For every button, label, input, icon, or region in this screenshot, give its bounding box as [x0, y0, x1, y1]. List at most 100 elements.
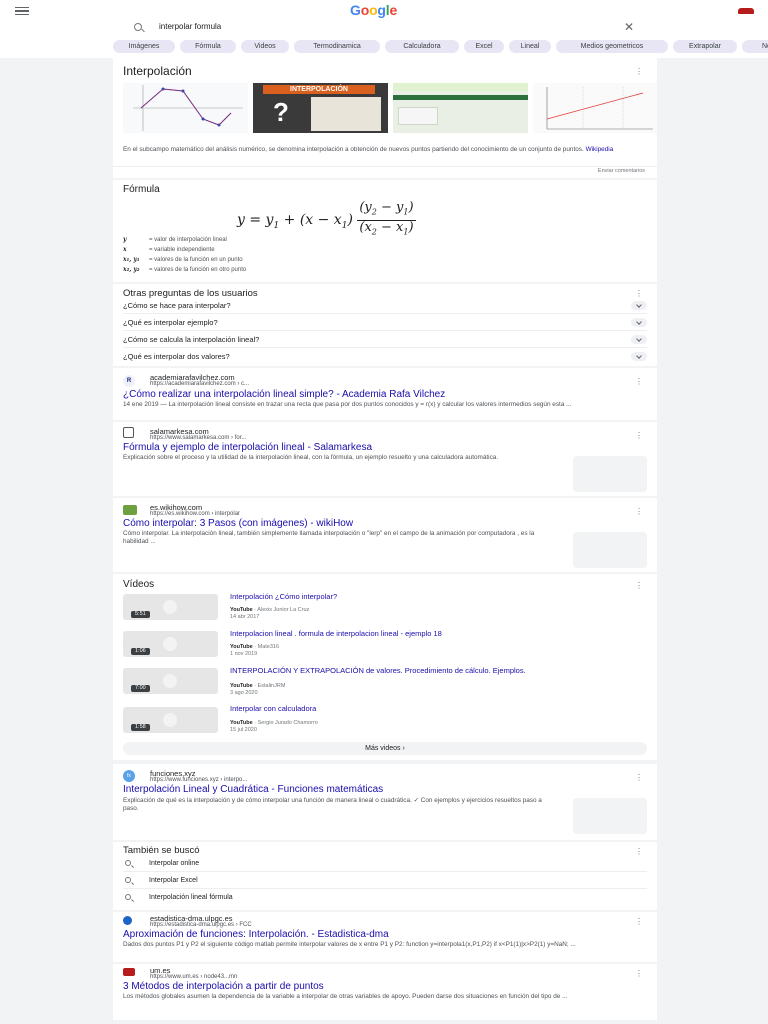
line-chart-image[interactable]	[533, 83, 657, 133]
video-meta: YouTube · Alexis Junior La Cruz 14 abr 20…	[230, 607, 309, 621]
sheet-cells	[398, 107, 438, 125]
more-vert-icon[interactable]: ⋮	[635, 582, 643, 590]
site-url[interactable]: https://estadistica-dma.ulpgc.es › FCC	[150, 922, 252, 928]
paa-question-text: ¿Qué es interpolar ejemplo?	[123, 318, 218, 327]
paa-question[interactable]: ¿Cómo se hace para interpolar?	[123, 297, 647, 314]
result-snippet: 14 ene 2019 — La interpolación lineal co…	[123, 401, 572, 408]
more-vert-icon[interactable]: ⋮	[635, 970, 643, 978]
chevron-down-icon[interactable]	[631, 352, 647, 361]
paa-question[interactable]: ¿Cómo se calcula la interpolación lineal…	[123, 331, 647, 348]
menu-icon[interactable]	[15, 7, 29, 15]
site-url[interactable]: https://es.wikihow.com › interpolar	[150, 511, 240, 517]
more-videos-button[interactable]: Más videos ›	[123, 742, 647, 755]
legend-desc: = valores de la función en otro punto	[149, 267, 247, 273]
more-vert-icon[interactable]: ⋮	[635, 378, 643, 386]
chevron-down-icon[interactable]	[631, 335, 647, 344]
chevron-down-icon[interactable]	[631, 318, 647, 327]
video-title[interactable]: Interpolacion lineal . formula de interp…	[230, 629, 650, 639]
play-icon	[163, 600, 177, 614]
sheet-header	[393, 83, 528, 91]
graph-image[interactable]	[123, 83, 248, 133]
legend-desc: = valores de la función en un punto	[149, 257, 243, 263]
paa-question-text: ¿Cómo se calcula la interpolación lineal…	[123, 335, 260, 344]
chip-excel[interactable]: Excel	[464, 40, 504, 53]
chevron-down-icon[interactable]	[631, 301, 647, 310]
related-search-text: Interpolación lineal fórmula	[149, 894, 233, 901]
site-url[interactable]: https://www.salamarkesa.com › for...	[150, 435, 246, 441]
site-url[interactable]: https://www.um.es › node43...mn	[150, 974, 237, 980]
result-snippet: Explicación sobre el proceso y la utilid…	[123, 454, 499, 461]
result-title[interactable]: Aproximación de funciones: Interpolación…	[123, 929, 389, 940]
video-author: · Mate316	[254, 644, 280, 650]
close-icon[interactable]: ✕	[624, 20, 634, 34]
play-icon	[163, 674, 177, 688]
feedback-link[interactable]: Enviar comentarios	[598, 168, 645, 174]
google-logo[interactable]: Google	[350, 2, 397, 18]
legend-symbol: x₂, y₂	[123, 266, 140, 273]
more-vert-icon[interactable]: ⋮	[635, 774, 643, 782]
video-date: 1 nov 2019	[230, 651, 258, 657]
video-thumbnail[interactable]: 1:06	[123, 631, 218, 657]
search-input[interactable]	[159, 22, 459, 31]
sheet-banner	[393, 95, 528, 100]
legend-row: x = variable independiente	[123, 246, 423, 256]
video-source: YouTube	[230, 607, 253, 613]
video-thumbnail[interactable]: 5:51	[123, 594, 218, 620]
site-url[interactable]: https://www.funciones.xyz › interpo...	[150, 777, 247, 783]
interpolacion-image[interactable]: INTERPOLACIÓN ?	[253, 83, 388, 133]
paa-question[interactable]: ¿Qué es interpolar dos valores?	[123, 348, 647, 365]
related-search-item[interactable]: Interpolar online	[123, 855, 647, 872]
video-title[interactable]: INTERPOLACIÓN Y EXTRAPOLACIÓN de valores…	[230, 666, 650, 676]
search-result: fx funciones.xyz https://www.funciones.x…	[113, 764, 657, 840]
chip-medios-geometricos[interactable]: Medios geometricos	[556, 40, 668, 53]
video-title[interactable]: Interpolación ¿Cómo interpolar?	[230, 592, 650, 602]
related-search-item[interactable]: Interpolar Excel	[123, 872, 647, 889]
video-duration: 7:00	[131, 685, 150, 692]
video-thumbnail[interactable]: 7:00	[123, 668, 218, 694]
kp-description-text: En el subcampo matemático del análisis n…	[123, 146, 584, 153]
result-thumbnail[interactable]	[573, 456, 647, 492]
result-thumbnail[interactable]	[573, 798, 647, 834]
kp-description: En el subcampo matemático del análisis n…	[123, 146, 623, 154]
paa-question[interactable]: ¿Qué es interpolar ejemplo?	[123, 314, 647, 331]
more-vert-icon[interactable]: ⋮	[635, 918, 643, 926]
formula-legend: y = valor de interpolación lineal x = vari…	[123, 236, 423, 276]
search-result: R academiarafavilchez.com https://academ…	[113, 368, 657, 420]
avatar[interactable]	[738, 8, 754, 14]
result-title[interactable]: 3 Métodos de interpolación a partir de p…	[123, 981, 324, 992]
search-icon	[125, 877, 131, 883]
chip-termodinamica[interactable]: Termodinamica	[294, 40, 380, 53]
play-icon	[163, 713, 177, 727]
chip-not[interactable]: Not	[742, 40, 768, 53]
result-title[interactable]: Interpolación Lineal y Cuadrática - Func…	[123, 784, 383, 795]
chip-lineal[interactable]: Lineal	[509, 40, 551, 53]
wikipedia-link[interactable]: Wikipedia	[586, 146, 614, 153]
chip-calculadora[interactable]: Calculadora	[385, 40, 459, 53]
chip-formula[interactable]: Fórmula	[180, 40, 236, 53]
chip-extrapolar[interactable]: Extrapolar	[673, 40, 737, 53]
excel-image[interactable]	[393, 83, 528, 133]
result-title[interactable]: Cómo interpolar: 3 Pasos (con imágenes) …	[123, 518, 353, 529]
favicon-icon	[123, 505, 137, 515]
result-thumbnail[interactable]	[573, 532, 647, 568]
result-title[interactable]: Fórmula y ejemplo de interpolación linea…	[123, 442, 372, 453]
chip-videos[interactable]: Videos	[241, 40, 289, 53]
paa-question-text: ¿Qué es interpolar dos valores?	[123, 352, 230, 361]
favicon-icon	[123, 916, 132, 925]
more-vert-icon[interactable]: ⋮	[635, 508, 643, 516]
search-bar: ✕	[120, 20, 648, 38]
related-search-item[interactable]: Interpolación lineal fórmula	[123, 889, 647, 906]
notes-graphic	[311, 97, 381, 131]
site-url[interactable]: https://academiarafavilchez.com › c...	[150, 381, 249, 387]
video-thumbnail[interactable]: 1:58	[123, 707, 218, 733]
result-snippet: Los métodos globales asumen la dependenc…	[123, 993, 568, 1000]
favicon-icon	[123, 427, 134, 438]
favicon-icon: fx	[123, 770, 135, 782]
legend-symbol: x₁, y₁	[123, 256, 140, 263]
result-title[interactable]: ¿Cómo realizar una interpolación lineal …	[123, 389, 445, 400]
more-vert-icon[interactable]: ⋮	[635, 432, 643, 440]
video-title[interactable]: Interpolar con calculadora	[230, 704, 650, 714]
chip-imagenes[interactable]: Imágenes	[113, 40, 175, 53]
more-vert-icon[interactable]: ⋮	[635, 68, 643, 76]
search-icon[interactable]	[134, 23, 142, 31]
